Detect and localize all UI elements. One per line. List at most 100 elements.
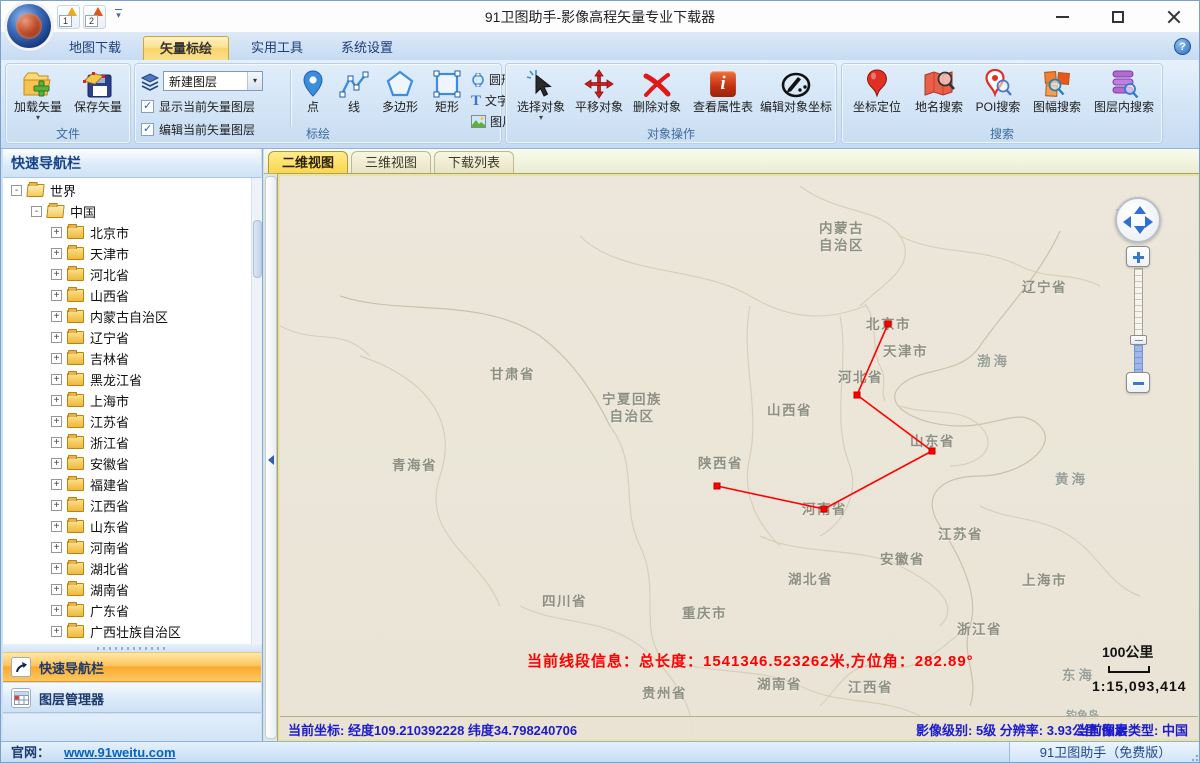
line-tool-icon xyxy=(339,68,369,100)
tree-item[interactable]: - 中国 xyxy=(3,201,249,222)
tree-item[interactable]: + 北京市 xyxy=(3,222,249,243)
close-button[interactable] xyxy=(1159,4,1189,30)
tree-expander-icon[interactable]: + xyxy=(51,248,62,259)
delete-object-button[interactable]: 删除对象 xyxy=(630,68,684,114)
sheet-search-button[interactable]: 图幅搜索 xyxy=(1028,68,1086,114)
tree-expander-icon[interactable]: + xyxy=(51,542,62,553)
ribbon-tab[interactable]: 矢量标绘 xyxy=(143,36,229,60)
move-object-button[interactable]: 平移对象 xyxy=(572,68,626,114)
tree-expander-icon[interactable]: + xyxy=(51,269,62,280)
tree-scrollbar[interactable] xyxy=(251,178,262,644)
tree-item[interactable]: + 上海市 xyxy=(3,390,249,411)
select-object-button[interactable]: 选择对象 ▾ xyxy=(514,68,568,121)
tree-item[interactable]: + 广东省 xyxy=(3,600,249,621)
pan-up-icon[interactable] xyxy=(1134,206,1146,214)
edit-coords-button[interactable]: 编辑对象坐标 xyxy=(756,68,836,114)
minimize-button[interactable] xyxy=(1047,4,1077,30)
tree-expander-icon[interactable]: + xyxy=(51,626,62,637)
pan-right-icon[interactable] xyxy=(1145,216,1153,228)
zoom-slider-handle[interactable] xyxy=(1130,335,1147,345)
panel-collapse-strip[interactable] xyxy=(265,176,277,739)
tree-item[interactable]: + 广西壮族自治区 xyxy=(3,621,249,642)
site-link[interactable]: www.91weitu.com xyxy=(64,745,176,760)
measure-vertex-marker[interactable] xyxy=(885,321,892,328)
tree-expander-icon[interactable]: + xyxy=(51,290,62,301)
measure-vertex-marker[interactable] xyxy=(854,392,861,399)
folder-icon xyxy=(67,625,84,638)
layer-search-button[interactable]: 图层内搜索 xyxy=(1090,68,1158,114)
measure-vertex-marker[interactable] xyxy=(714,483,721,490)
layer-combo[interactable]: 新建图层 ▾ xyxy=(163,71,263,91)
map-pan-control[interactable] xyxy=(1115,197,1161,243)
draw-text-button[interactable]: T 文字 xyxy=(471,92,509,109)
zoom-out-button[interactable] xyxy=(1126,372,1150,393)
chevron-down-icon[interactable]: ▾ xyxy=(247,72,262,90)
tree-item[interactable]: + 江苏省 xyxy=(3,411,249,432)
tree-expander-icon[interactable]: + xyxy=(51,563,62,574)
tree-item[interactable]: + 河北省 xyxy=(3,264,249,285)
tree-item[interactable]: + 江西省 xyxy=(3,495,249,516)
tree-item[interactable]: + 湖北省 xyxy=(3,558,249,579)
tree-item[interactable]: + 山西省 xyxy=(3,285,249,306)
tree-item[interactable]: + 黑龙江省 xyxy=(3,369,249,390)
tree-expander-icon[interactable]: - xyxy=(31,206,42,217)
place-search-button[interactable]: 地名搜索 xyxy=(910,68,968,114)
tree-item[interactable]: + 福建省 xyxy=(3,474,249,495)
tree-expander-icon[interactable]: + xyxy=(51,374,62,385)
load-vector-button[interactable]: 加载矢量 ▾ xyxy=(9,68,67,121)
maximize-button[interactable] xyxy=(1103,4,1133,30)
tree-expander-icon[interactable]: + xyxy=(51,311,62,322)
tree-expander-icon[interactable]: + xyxy=(51,479,62,490)
measure-vertex-marker[interactable] xyxy=(929,448,936,455)
tree-item[interactable]: - 世界 xyxy=(3,180,249,201)
tree-expander-icon[interactable]: + xyxy=(51,437,62,448)
ribbon-tab[interactable]: 系统设置 xyxy=(325,36,409,60)
draw-point-button[interactable]: 点 xyxy=(295,68,331,114)
save-vector-button[interactable]: 保存矢量 xyxy=(69,68,127,114)
view-tab[interactable]: 三维视图 xyxy=(351,151,431,173)
show-layer-checkbox-row[interactable]: 显示当前矢量图层 xyxy=(141,98,255,115)
map-canvas[interactable]: 吉林省 内蒙古 自治区 辽宁省 北京市 天津市 渤海 河北省 甘肃省 xyxy=(278,174,1200,741)
tree-expander-icon[interactable]: + xyxy=(51,605,62,616)
pan-left-icon[interactable] xyxy=(1123,216,1131,228)
draw-line-button[interactable]: 线 xyxy=(336,68,372,114)
tree-item[interactable]: + 河南省 xyxy=(3,537,249,558)
tree-expander-icon[interactable]: + xyxy=(51,227,62,238)
poi-search-button[interactable]: POI搜索 xyxy=(972,68,1024,114)
tree-expander-icon[interactable]: + xyxy=(51,395,62,406)
tree-expander-icon[interactable]: + xyxy=(51,500,62,511)
tree-expander-icon[interactable]: + xyxy=(51,584,62,595)
tree-item[interactable]: + 天津市 xyxy=(3,243,249,264)
tree-item[interactable]: + 辽宁省 xyxy=(3,327,249,348)
app-logo-icon[interactable] xyxy=(7,4,51,48)
view-tab[interactable]: 二维视图 xyxy=(268,151,348,173)
panel-splitter[interactable] xyxy=(3,644,261,652)
layer-manager-button[interactable]: 图层管理器 xyxy=(3,683,261,713)
zoom-in-button[interactable] xyxy=(1126,246,1150,267)
nav-panel-button[interactable]: 快速导航栏 xyxy=(3,652,261,682)
tree-item[interactable]: + 吉林省 xyxy=(3,348,249,369)
measure-vertex-marker[interactable] xyxy=(821,506,828,513)
ribbon-tab[interactable]: 实用工具 xyxy=(235,36,319,60)
draw-rect-button[interactable]: 矩形 xyxy=(428,68,466,114)
tree-item[interactable]: + 浙江省 xyxy=(3,432,249,453)
draw-polygon-button[interactable]: 多边形 xyxy=(375,68,425,114)
tree-item[interactable]: + 安徽省 xyxy=(3,453,249,474)
ribbon-tab[interactable]: 地图下载 xyxy=(53,36,137,60)
tree-scrollbar-thumb[interactable] xyxy=(253,220,262,278)
tree-expander-icon[interactable]: - xyxy=(11,185,22,196)
tree-expander-icon[interactable]: + xyxy=(51,332,62,343)
tree-expander-icon[interactable]: + xyxy=(51,416,62,427)
tree-item[interactable]: + 内蒙古自治区 xyxy=(3,306,249,327)
tree-expander-icon[interactable]: + xyxy=(51,521,62,532)
locate-coords-button[interactable]: 坐标定位 xyxy=(848,68,906,114)
help-button[interactable]: ? xyxy=(1174,38,1191,55)
tree-item[interactable]: + 山东省 xyxy=(3,516,249,537)
view-tab[interactable]: 下载列表 xyxy=(434,151,514,173)
tree-expander-icon[interactable]: + xyxy=(51,353,62,364)
tree-item[interactable]: + 湖南省 xyxy=(3,579,249,600)
checkbox-checked-icon[interactable] xyxy=(141,100,154,113)
resize-grip[interactable] xyxy=(1189,752,1199,762)
tree-expander-icon[interactable]: + xyxy=(51,458,62,469)
view-attributes-button[interactable]: i 查看属性表 xyxy=(688,68,758,114)
